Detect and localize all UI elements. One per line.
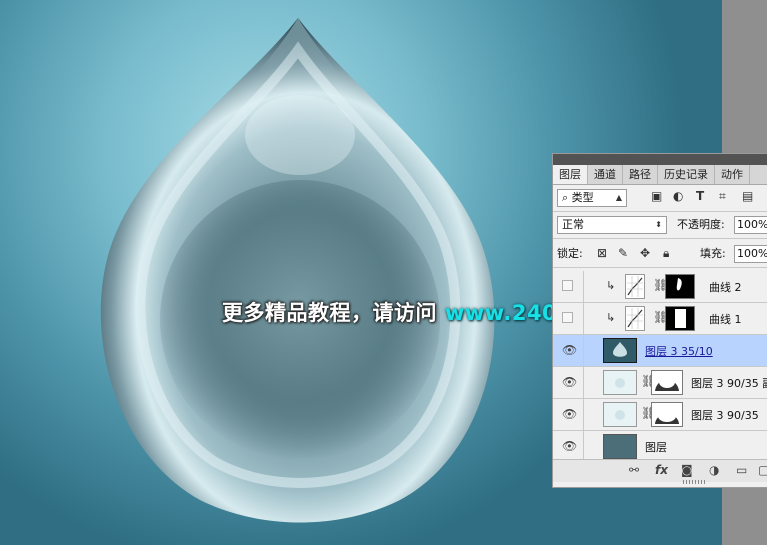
fill-field[interactable]: 100% xyxy=(734,245,767,263)
watermark-text: 更多精品教程，请访问 xyxy=(222,301,437,325)
layer-thumbnail[interactable] xyxy=(603,338,637,363)
layer-name[interactable]: 图层 3 35/10 xyxy=(645,343,713,359)
visibility-toggle[interactable] xyxy=(562,280,573,291)
layer-row-curves-1[interactable]: ↳ ⛓ 曲线 1 xyxy=(553,303,767,335)
layer-name[interactable]: 图层 3 90/35 副 xyxy=(691,375,767,391)
smart-object-filter-icon[interactable]: ▤ xyxy=(742,189,753,203)
layer-list: ↳ ⛓ 曲线 2 ↳ ⛓ 曲线 1 👁︎ 图层 3 35/10 👁︎ ⛓ 图层 … xyxy=(553,271,767,461)
divider xyxy=(553,267,767,268)
blend-mode-value: 正常 xyxy=(562,218,584,231)
opacity-field[interactable]: 100% xyxy=(734,216,767,234)
layer-mask-thumbnail[interactable] xyxy=(651,402,683,427)
eye-icon[interactable]: 👁︎ xyxy=(562,440,577,452)
curves-adjustment-icon xyxy=(625,274,645,299)
blend-mode-select[interactable]: 正常 ⬍ xyxy=(557,216,667,234)
layer-row-curves-2[interactable]: ↳ ⛓ 曲线 2 xyxy=(553,271,767,303)
image-filter-icon[interactable]: ▣ xyxy=(651,189,662,203)
layer-thumbnail[interactable] xyxy=(603,402,637,427)
layer-mask-thumbnail[interactable] xyxy=(651,370,683,395)
fill-label: 填充: xyxy=(700,247,726,260)
panel-tabs: 图层 通道 路径 历史记录 动作 xyxy=(553,165,767,185)
layer-row-layer[interactable]: 👁︎ 图层 xyxy=(553,431,767,461)
visibility-toggle[interactable] xyxy=(562,312,573,323)
shape-filter-icon[interactable]: ⌗ xyxy=(719,189,726,204)
lock-move-icon[interactable]: ✥ xyxy=(640,246,650,260)
updown-arrow-icon: ⬍ xyxy=(655,220,662,229)
panel-bottom-toolbar: ⚯ fx ◙ ◑ ▭ ▢ xyxy=(553,459,767,482)
layers-panel: 图层 通道 路径 历史记录 动作 ⌕ 类型 ▲ ▣ ◐ T ⌗ ▤ 正常 ⬍ 不… xyxy=(552,153,767,488)
type-filter-icon[interactable]: T xyxy=(696,189,704,203)
lock-all-icon[interactable]: 🔒︎ xyxy=(663,246,669,261)
layer-mask-thumbnail[interactable] xyxy=(665,274,695,299)
adjustment-icon[interactable]: ◑ xyxy=(709,463,719,477)
clipping-arrow-icon: ↳ xyxy=(606,311,616,324)
lock-label: 锁定: xyxy=(557,247,583,260)
panel-title-bar[interactable] xyxy=(553,154,767,165)
adjustment-filter-icon[interactable]: ◐ xyxy=(673,189,683,203)
tab-layers[interactable]: 图层 xyxy=(553,165,588,184)
layer-name[interactable]: 曲线 1 xyxy=(709,311,742,327)
updown-arrow-icon: ▲ xyxy=(615,193,622,202)
curves-adjustment-icon xyxy=(625,306,645,331)
divider xyxy=(553,238,767,239)
new-layer-icon[interactable]: ▢ xyxy=(758,463,767,477)
tab-history[interactable]: 历史记录 xyxy=(658,165,715,184)
layer-row-layer-3-35-10[interactable]: 👁︎ 图层 3 35/10 xyxy=(553,335,767,367)
tab-paths[interactable]: 路径 xyxy=(623,165,658,184)
fx-icon[interactable]: fx xyxy=(655,463,668,477)
filter-row: ⌕ 类型 ▲ ▣ ◐ T ⌗ ▤ xyxy=(557,187,767,209)
lock-brush-icon[interactable]: ✎ xyxy=(618,246,628,260)
blend-row: 正常 ⬍ 不透明度: 100% xyxy=(557,214,767,236)
lock-transparent-icon[interactable]: ⊠ xyxy=(597,246,607,260)
layer-thumbnail[interactable] xyxy=(603,434,637,459)
lock-row: 锁定: ⊠ ✎ ✥ 🔒︎ 填充: 100% xyxy=(557,243,767,265)
eye-icon[interactable]: 👁︎ xyxy=(562,344,577,356)
filter-kind-label: 类型 xyxy=(571,191,594,204)
layer-row-layer-3-90-35-copy[interactable]: 👁︎ ⛓ 图层 3 90/35 副 xyxy=(553,367,767,399)
filter-kind-select[interactable]: ⌕ 类型 ▲ xyxy=(557,189,627,207)
drop-top-gloss xyxy=(245,95,355,175)
tab-actions[interactable]: 动作 xyxy=(715,165,750,184)
resize-grip[interactable] xyxy=(683,480,705,484)
search-icon: ⌕ xyxy=(562,191,572,204)
drop-tip xyxy=(255,18,340,75)
opacity-label: 不透明度: xyxy=(677,218,725,231)
layer-row-layer-3-90-35[interactable]: 👁︎ ⛓ 图层 3 90/35 xyxy=(553,399,767,431)
clipping-arrow-icon: ↳ xyxy=(606,279,616,292)
eye-icon[interactable]: 👁︎ xyxy=(562,376,577,388)
layer-thumbnail[interactable] xyxy=(603,370,637,395)
layer-mask-thumbnail[interactable] xyxy=(665,306,695,331)
layer-name[interactable]: 曲线 2 xyxy=(709,279,742,295)
folder-icon[interactable]: ▭ xyxy=(736,463,747,477)
layer-name[interactable]: 图层 3 90/35 xyxy=(691,407,759,423)
link-icon[interactable]: ⚯ xyxy=(629,463,639,477)
eye-icon[interactable]: 👁︎ xyxy=(562,408,577,420)
divider xyxy=(553,211,767,212)
tab-channels[interactable]: 通道 xyxy=(588,165,623,184)
mask-icon[interactable]: ◙ xyxy=(681,463,693,477)
layer-name[interactable]: 图层 xyxy=(645,439,667,455)
